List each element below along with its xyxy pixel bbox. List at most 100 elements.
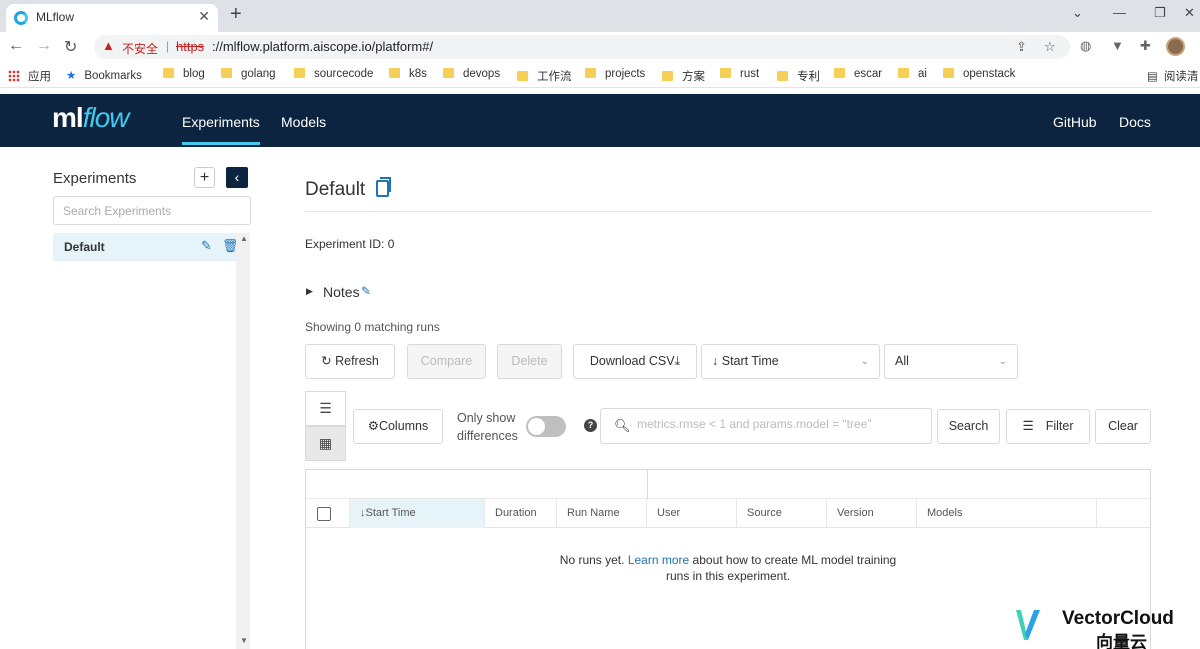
bookmark-folder[interactable]: golang [221,68,276,80]
window-close-icon[interactable]: ✕ [1184,5,1195,21]
watermark-name: VectorCloud [1062,608,1174,629]
folder-icon [163,68,174,78]
folder-icon [585,68,596,78]
compare-button[interactable]: Compare [407,344,486,379]
nav-github[interactable]: GitHub [1053,114,1097,130]
url-scheme: https [176,39,205,54]
browser-tab[interactable]: MLflow ✕ [6,4,218,32]
nav-docs[interactable]: Docs [1119,114,1151,130]
table-view-button[interactable]: ▦ [305,426,346,461]
folder-icon [834,68,845,78]
minimize-icon[interactable]: — [1113,5,1126,20]
bookmark-folder[interactable]: 工作流 [517,68,572,84]
watermark-name-cn: 向量云 [1096,633,1147,649]
select-all-checkbox[interactable] [317,507,331,521]
sidebar-scrollbar[interactable] [236,233,250,649]
reading-list[interactable]: ▤ 阅读清 [1147,68,1198,84]
bookmark-bookmarks[interactable]: ★ Bookmarks [66,68,142,82]
bookmark-folder[interactable]: sourcecode [294,68,373,80]
nav-experiments[interactable]: Experiments [182,114,260,145]
delete-button[interactable]: Delete [497,344,562,379]
column-header-source[interactable]: Source [737,499,827,528]
browser-tabstrip: MLflow ✕ + ⌄ — ❐ ✕ [0,0,1200,32]
bookmark-folder[interactable]: 方案 [662,68,705,84]
tab-title: MLflow [36,10,75,24]
download-icon: ⤓ [674,354,681,368]
runs-search[interactable]: 🔍︎ [600,408,932,444]
folder-icon [294,68,305,78]
add-experiment-button[interactable]: + [194,167,215,188]
column-header-user[interactable]: User [647,499,737,528]
chevron-down-icon: ⌄ [998,356,1007,367]
security-label[interactable]: 不安全 [122,40,158,57]
columns-button[interactable]: ⚙Columns [353,409,443,444]
runs-search-input[interactable] [637,417,927,431]
lifecycle-select[interactable]: All ⌄ [884,344,1018,379]
folder-icon [720,68,731,78]
extension-vue-icon[interactable]: ▼ [1111,38,1124,53]
address-bar[interactable]: ▲ 不安全 | https ://mlflow.platform.aiscope… [94,35,1070,59]
bookmark-folder[interactable]: k8s [389,68,427,80]
folder-icon [943,68,954,78]
extension-globe-icon[interactable]: ◍ [1080,38,1091,54]
refresh-button[interactable]: ↻ Refresh [305,344,395,379]
search-button[interactable]: Search [937,409,1000,444]
experiment-id: Experiment ID: 0 [305,237,395,251]
bookmark-folder[interactable]: openstack [943,68,1015,80]
column-header-start-time[interactable]: ↓Start Time [350,499,485,528]
mlflow-logo[interactable]: mlflow [52,102,129,134]
filter-button[interactable]: ☰ Filter [1006,409,1090,444]
column-group-divider [647,470,648,499]
sort-select[interactable]: ↓ Start Time ⌄ [701,344,880,379]
bookmark-folder[interactable]: blog [163,68,205,80]
toggle-knob [528,418,545,435]
sidebar-item-default[interactable]: Default ✎ 🗑 [53,233,239,261]
filter-icon: ☰ [1022,419,1034,433]
notes-toggle[interactable]: Notes [323,284,360,300]
empty-state-message: No runs yet. Learn more about how to cre… [559,553,897,583]
edit-icon[interactable]: ✎ [201,238,212,254]
download-csv-button[interactable]: Download CSV⤓ [573,344,697,379]
bookmark-folder[interactable]: escar [834,68,882,80]
gear-icon: ⚙ [367,419,379,433]
folder-icon [221,68,232,78]
caret-right-icon[interactable]: ▶ [306,286,313,297]
column-header-duration[interactable]: Duration [485,499,557,528]
bookmark-folder[interactable]: devops [443,68,500,80]
url-separator: | [166,39,170,53]
list-view-button[interactable]: ☰ [305,391,346,426]
bookmark-folder[interactable]: rust [720,68,759,80]
bookmark-star-icon[interactable]: ☆ [1044,39,1056,55]
bookmark-folder[interactable]: 专利 [777,68,820,84]
warning-icon[interactable]: ▲ [102,38,115,53]
folder-icon [517,71,528,81]
share-icon[interactable]: ⇪ [1016,39,1027,55]
nav-models[interactable]: Models [281,114,326,130]
bookmark-folder[interactable]: ai [898,68,927,80]
copy-icon[interactable] [376,177,391,197]
column-header-run-name[interactable]: Run Name [557,499,647,528]
column-header-models[interactable]: Models [917,499,1097,528]
new-tab-icon[interactable]: + [230,3,242,26]
bookmark-apps[interactable]: 应用 [8,68,51,84]
scroll-down-icon[interactable]: ▼ [240,636,248,645]
column-header-version[interactable]: Version [827,499,917,528]
bookmark-folder[interactable]: projects [585,68,645,80]
differences-toggle[interactable] [526,416,566,437]
restore-icon[interactable]: ❐ [1154,5,1166,21]
forward-icon[interactable]: → [36,37,52,55]
collapse-sidebar-button[interactable]: ‹ [226,167,248,188]
edit-notes-icon[interactable]: ✎ [361,284,371,298]
clear-button[interactable]: Clear [1095,409,1151,444]
folder-icon [389,68,400,78]
learn-more-link[interactable]: Learn more [628,553,689,567]
scroll-up-icon[interactable]: ▲ [240,234,248,243]
profile-avatar[interactable] [1166,37,1185,56]
close-tab-icon[interactable]: ✕ [198,8,210,25]
search-experiments-input[interactable] [53,196,251,225]
extensions-puzzle-icon[interactable]: ✚ [1140,38,1151,54]
back-icon[interactable]: ← [8,37,24,55]
reload-icon[interactable]: ↻ [64,37,77,57]
help-icon[interactable]: ? [584,419,597,432]
tab-search-icon[interactable]: ⌄ [1072,5,1083,21]
